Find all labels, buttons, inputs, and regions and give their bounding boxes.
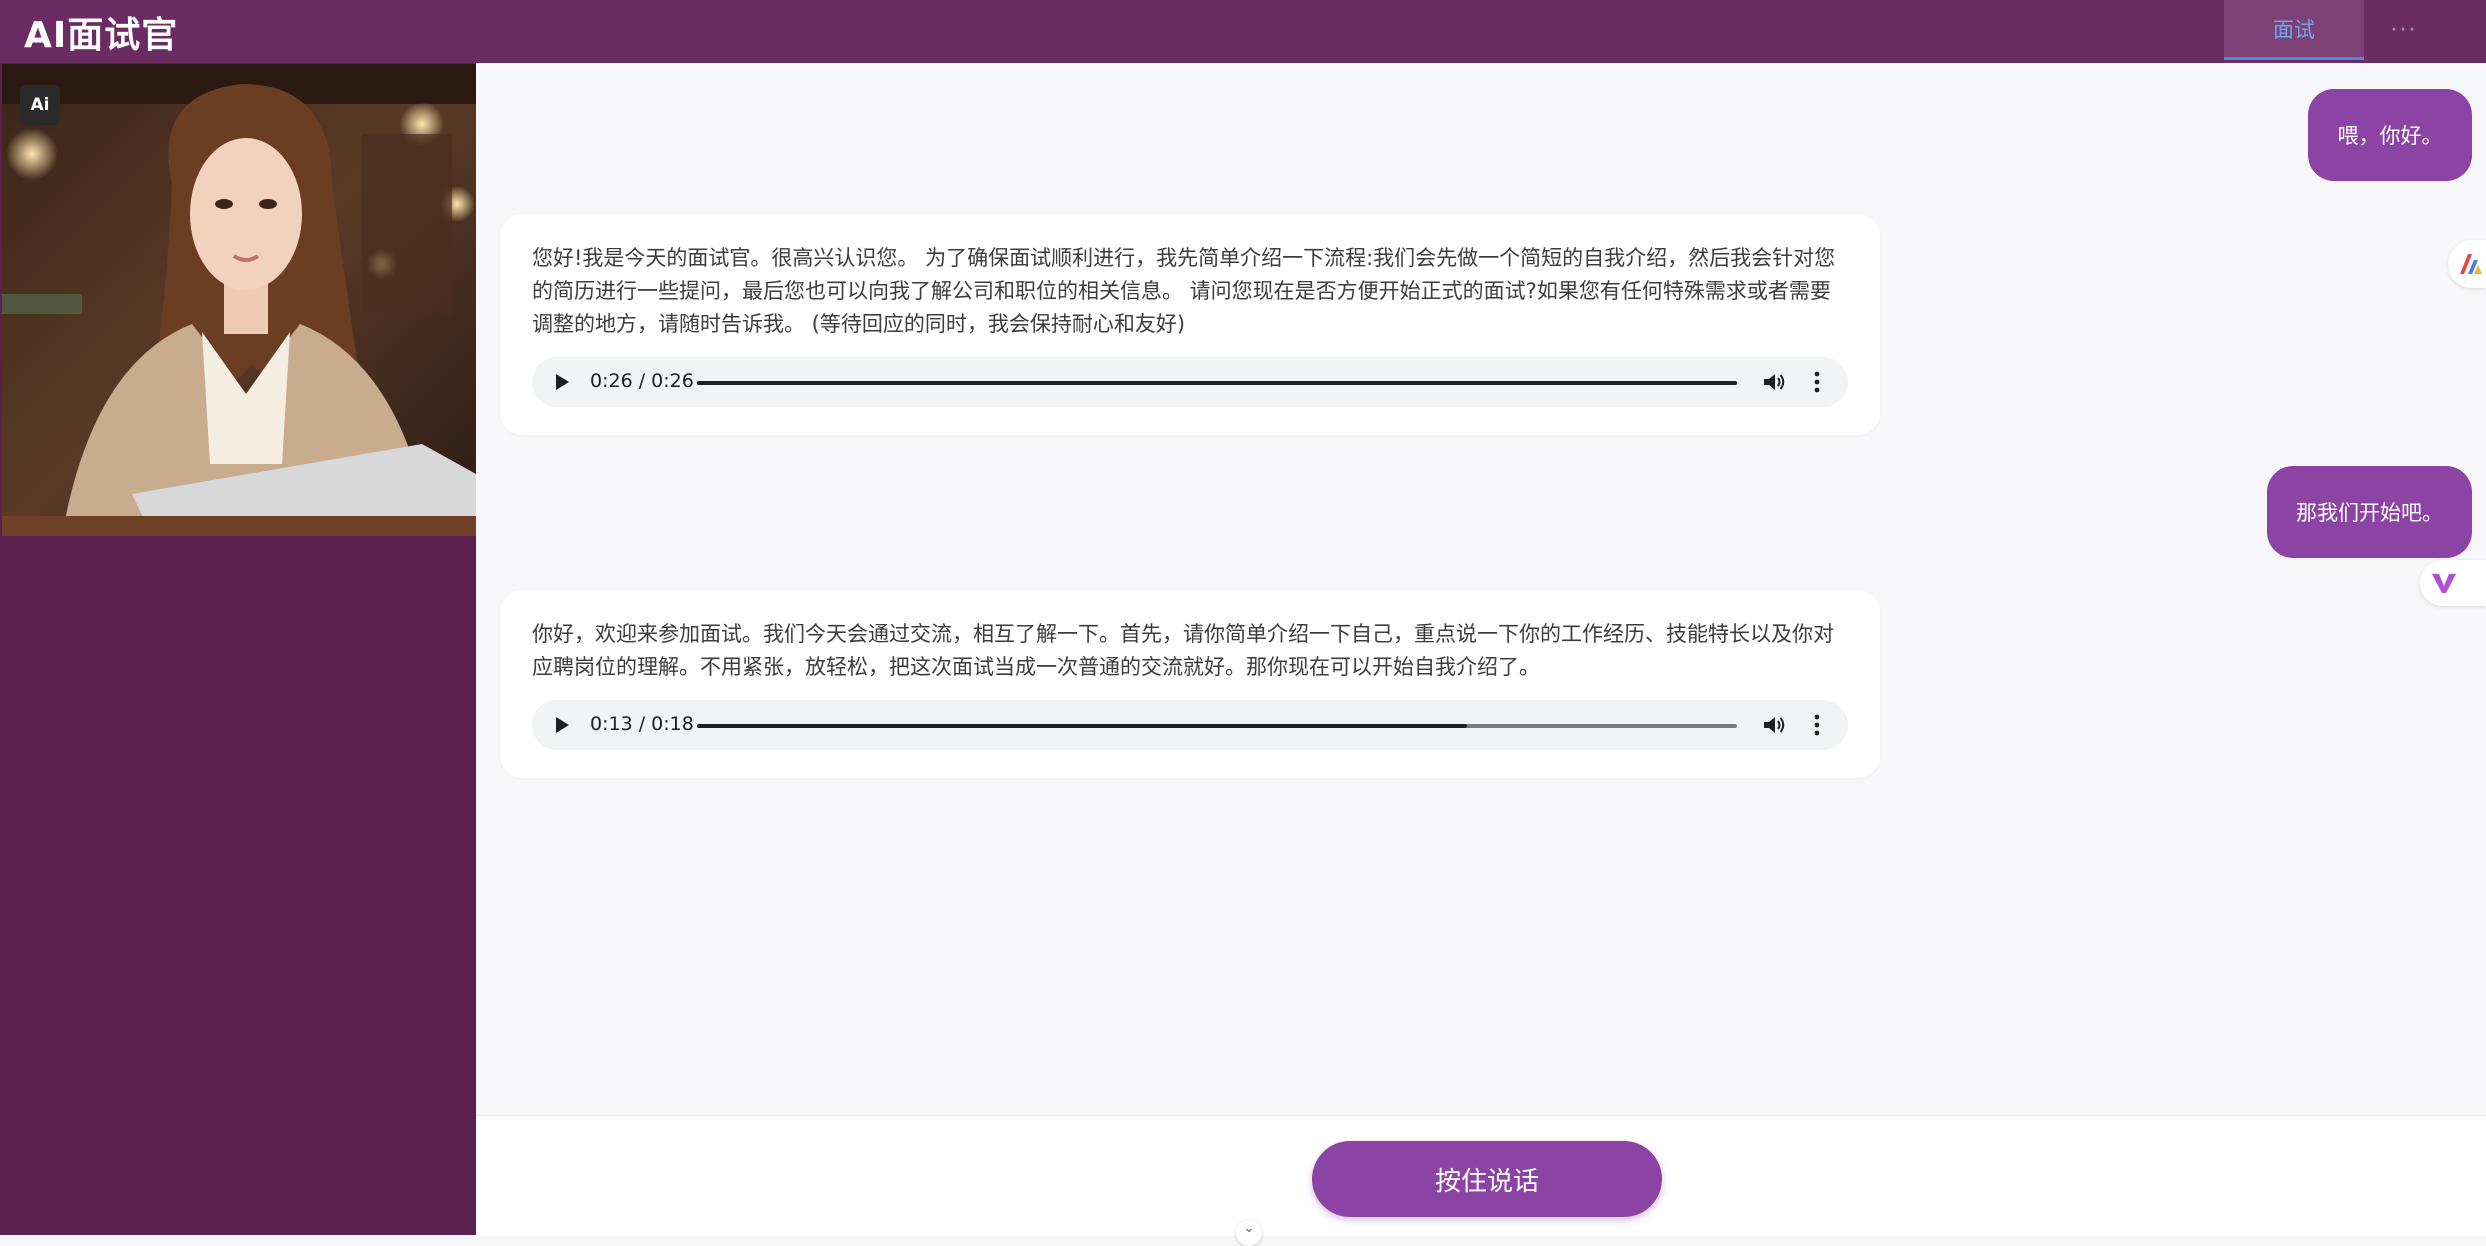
- assistant-logo-icon: [2460, 254, 2482, 274]
- ai-badge-icon: Ai: [20, 85, 60, 125]
- v-logo-icon: [2432, 574, 2456, 593]
- play-icon[interactable]: [556, 717, 569, 733]
- audio-progress-track[interactable]: [697, 381, 1737, 385]
- chevron-down-icon[interactable]: ⌄: [1236, 1220, 1262, 1246]
- user-message-bubble: 那我们开始吧。: [2267, 466, 2472, 558]
- audio-progress-fill: [697, 724, 1467, 728]
- play-icon[interactable]: [556, 374, 569, 390]
- more-menu-button[interactable]: ···: [2364, 0, 2444, 60]
- audio-player[interactable]: 0:13 / 0:18: [532, 700, 1848, 750]
- tab-interview[interactable]: 面试: [2224, 0, 2364, 60]
- hold-to-talk-button[interactable]: 按住说话: [1312, 1141, 1662, 1217]
- top-bar: AI面试官 面试 ···: [0, 0, 2486, 63]
- ai-message-text: 你好，欢迎来参加面试。我们今天会通过交流，相互了解一下。首先，请你简单介绍一下自…: [532, 622, 1834, 679]
- audio-time: 0:13 / 0:18: [590, 713, 694, 735]
- volume-icon[interactable]: [1764, 372, 1786, 392]
- app-title: AI面试官: [24, 15, 179, 56]
- audio-progress-fill: [697, 381, 1737, 385]
- translate-float-button[interactable]: [2420, 560, 2486, 606]
- more-options-icon[interactable]: [1814, 714, 1820, 736]
- ai-message-card: 您好!我是今天的面试官。很高兴认识您。 为了确保面试顺利进行，我先简单介绍一下流…: [500, 214, 1880, 435]
- audio-progress-track[interactable]: [697, 724, 1737, 728]
- more-options-icon[interactable]: [1814, 371, 1820, 393]
- user-message-bubble: 喂，你好。: [2308, 89, 2472, 181]
- audio-time: 0:26 / 0:26: [590, 370, 694, 392]
- ai-message-text: 您好!我是今天的面试官。很高兴认识您。 为了确保面试顺利进行，我先简单介绍一下流…: [532, 246, 1836, 336]
- volume-icon[interactable]: [1764, 715, 1786, 735]
- audio-player[interactable]: 0:26 / 0:26: [532, 357, 1848, 407]
- ai-message-card: 你好，欢迎来参加面试。我们今天会通过交流，相互了解一下。首先，请你简单介绍一下自…: [500, 590, 1880, 778]
- interviewer-avatar-image: [2, 64, 476, 536]
